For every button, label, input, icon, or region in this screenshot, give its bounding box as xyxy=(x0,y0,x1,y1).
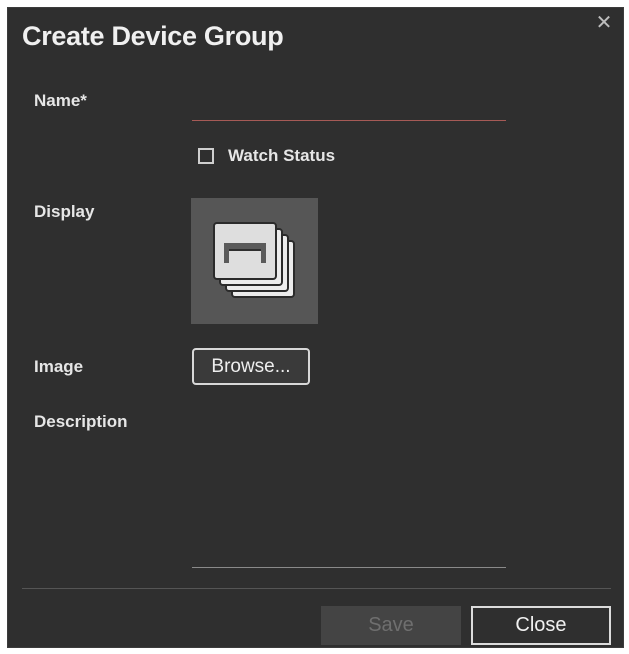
footer-divider xyxy=(22,588,611,589)
description-field[interactable] xyxy=(192,413,506,568)
image-label: Image xyxy=(34,357,84,376)
dialog-title: Create Device Group xyxy=(22,21,284,51)
name-label: Name* xyxy=(34,91,87,110)
browse-button[interactable]: Browse... xyxy=(192,348,310,385)
watch-status-checkbox[interactable] xyxy=(198,148,214,164)
watch-status-checkbox-row[interactable]: Watch Status xyxy=(198,146,335,166)
create-device-group-dialog: Create Device Group ✕ Name* Watch Status… xyxy=(7,7,624,648)
stacked-devices-icon xyxy=(213,222,295,298)
display-label: Display xyxy=(34,202,95,221)
save-button[interactable]: Save xyxy=(321,606,461,645)
display-icon-tile[interactable] xyxy=(191,198,318,324)
watch-status-label: Watch Status xyxy=(228,146,336,165)
close-icon[interactable]: ✕ xyxy=(593,12,615,34)
description-label: Description xyxy=(34,412,128,431)
name-input[interactable] xyxy=(192,94,506,121)
close-button[interactable]: Close xyxy=(471,606,611,645)
